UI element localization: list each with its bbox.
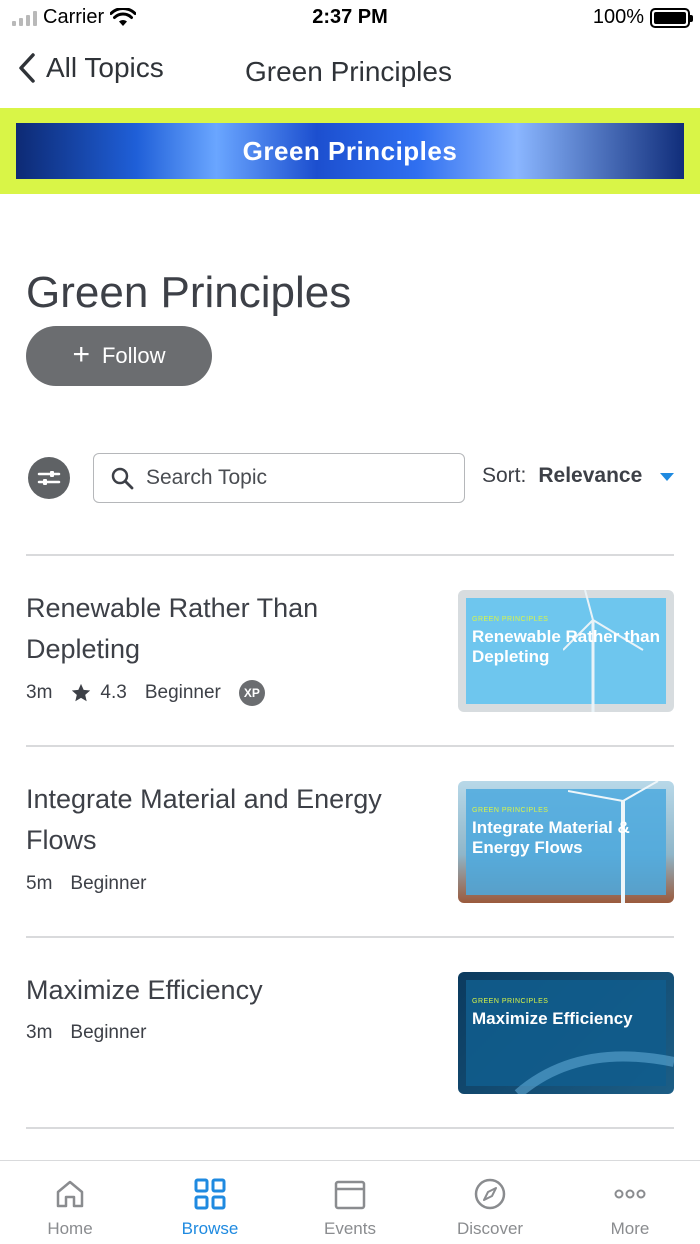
battery-icon — [650, 7, 693, 28]
divider — [26, 745, 674, 747]
banner-image: Green Principles — [16, 123, 684, 179]
status-bar: Carrier 2:37 PM 100% — [0, 0, 700, 36]
follow-button[interactable]: + Follow — [26, 326, 212, 386]
more-icon — [614, 1189, 646, 1199]
item-title: Maximize Efficiency — [26, 975, 263, 1005]
search-input[interactable] — [146, 466, 436, 490]
star-icon — [72, 683, 91, 702]
tab-home[interactable]: Home — [0, 1161, 140, 1244]
tab-label: Browse — [181, 1219, 239, 1238]
rating-value: 4.3 — [100, 682, 127, 703]
calendar-icon — [334, 1180, 366, 1210]
nav-title: Green Principles — [245, 56, 452, 87]
thumb-kicker: GREEN PRINCIPLES — [472, 616, 549, 623]
nav-header: All Topics Green Principles — [0, 44, 700, 104]
sliders-icon — [37, 471, 61, 485]
tab-discover[interactable]: Discover — [420, 1161, 560, 1244]
sort-value: Relevance — [538, 464, 643, 487]
thumb-title: Integrate Material & Energy Flows — [472, 818, 630, 857]
item-level: Beginner — [144, 682, 221, 703]
item-duration: 5m — [26, 873, 53, 894]
back-button[interactable]: All Topics — [18, 52, 164, 84]
battery-percent: 100% — [592, 6, 644, 28]
list-item[interactable]: Maximize Efficiency 3m Beginner GREEN PR… — [0, 970, 700, 1160]
pipeline-graphic — [514, 1051, 674, 1094]
divider — [26, 936, 674, 938]
tab-label: Discover — [456, 1219, 524, 1238]
chevron-left-icon — [19, 53, 35, 83]
grid-icon — [194, 1178, 226, 1210]
tab-bar: Home Browse Events Discover More — [0, 1160, 700, 1244]
item-duration: 3m — [26, 682, 53, 703]
item-meta: 3m Beginner — [26, 1022, 146, 1044]
item-rating: 4.3 — [70, 682, 127, 704]
page-title: Green Principles — [26, 268, 352, 317]
compass-icon — [474, 1178, 506, 1210]
filter-button[interactable] — [28, 457, 70, 499]
search-box — [93, 453, 465, 503]
item-thumbnail: GREEN PRINCIPLES Maximize Efficiency — [458, 972, 674, 1094]
status-right: 100% — [592, 6, 693, 29]
tab-label: Home — [47, 1219, 93, 1238]
topic-banner: Green Principles — [0, 108, 700, 194]
item-level: Beginner — [70, 873, 147, 894]
thumb-title: Maximize Efficiency — [472, 1009, 633, 1028]
thumb-kicker: GREEN PRINCIPLES — [472, 807, 549, 814]
sort-label: Sort: — [482, 464, 527, 487]
thumb-title: Renewable Rather than Depleting — [472, 627, 660, 666]
search-icon — [111, 467, 134, 490]
list-item[interactable]: Renewable Rather Than Depleting 3m 4.3 B… — [0, 588, 700, 778]
divider — [26, 1127, 674, 1129]
tab-browse[interactable]: Browse — [140, 1161, 280, 1244]
item-level: Beginner — [70, 1022, 147, 1043]
list-item[interactable]: Integrate Material and Energy Flows 5m B… — [0, 779, 700, 969]
follow-label: Follow — [101, 343, 166, 368]
divider — [26, 554, 674, 556]
item-thumbnail: GREEN PRINCIPLES Integrate Material & En… — [458, 781, 674, 903]
tab-label: Events — [324, 1219, 376, 1238]
caret-down-icon — [660, 473, 675, 481]
item-duration: 3m — [26, 1022, 53, 1043]
item-thumbnail: GREEN PRINCIPLES Renewable Rather than D… — [458, 590, 674, 712]
item-title: Renewable Rather Than Depleting — [26, 593, 319, 664]
xp-badge: XP — [238, 680, 265, 706]
item-meta: 5m Beginner — [26, 873, 146, 895]
tab-label: More — [610, 1219, 650, 1238]
banner-title: Green Principles — [242, 136, 458, 166]
home-icon — [56, 1180, 84, 1208]
item-title: Integrate Material and Energy Flows — [26, 784, 382, 855]
thumb-kicker: GREEN PRINCIPLES — [472, 998, 549, 1005]
tab-events[interactable]: Events — [280, 1161, 420, 1244]
plus-icon: + — [72, 337, 90, 371]
sort-dropdown[interactable]: Sort: Relevance — [482, 464, 675, 488]
tab-more[interactable]: More — [560, 1161, 700, 1244]
back-label: All Topics — [46, 52, 164, 83]
item-meta: 3m 4.3 Beginner XP — [26, 680, 265, 706]
